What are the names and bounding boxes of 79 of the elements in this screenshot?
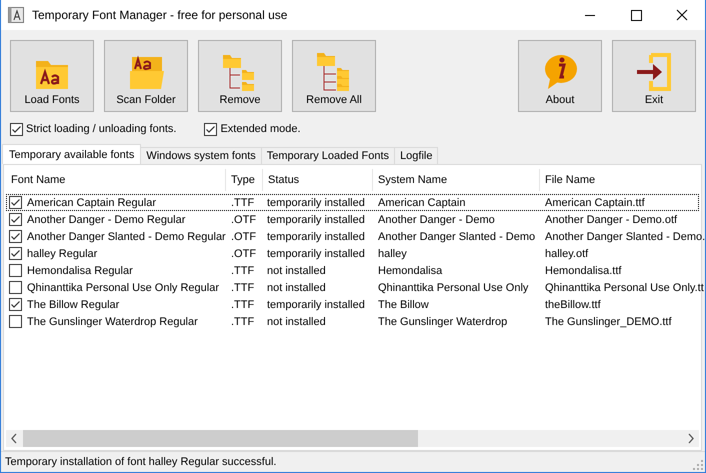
table-cell: The Gunslinger_DEMO.ttf bbox=[545, 316, 672, 328]
table-cell: halley.otf bbox=[545, 248, 588, 260]
checkbox[interactable] bbox=[9, 213, 22, 226]
window-title: Temporary Font Manager - free for personal use bbox=[32, 8, 288, 22]
table-cell: American Captain bbox=[378, 196, 466, 208]
table-cell: Qhinanttika Personal Use Only.tt bbox=[545, 282, 704, 294]
table-cell: .TTF bbox=[231, 282, 254, 294]
table-cell: temporarily installed bbox=[267, 196, 365, 208]
table-cell: American Captain.ttf bbox=[545, 196, 645, 208]
toolbar-button[interactable]: Remove bbox=[198, 40, 282, 112]
table-cell: The Billow bbox=[378, 298, 429, 310]
table-row[interactable]: American Captain Regular .TTF temporarily installed American Captain American Captain.ttf bbox=[6, 194, 699, 211]
toolbar-button[interactable]: About bbox=[518, 40, 602, 112]
table-cell: The Gunslinger Waterdrop Regular bbox=[27, 316, 198, 328]
table-cell: Another Danger - Demo bbox=[378, 214, 495, 226]
table-cell: Another Danger Slanted - Demo. bbox=[545, 230, 706, 242]
checkbox[interactable] bbox=[9, 281, 22, 294]
table-row[interactable]: Another Danger - Demo Regular .OTF temporarily installed Another Danger - Demo Another Danger - Demo.otf bbox=[6, 211, 699, 228]
table-cell: temporarily installed bbox=[267, 298, 365, 310]
toolbar-button[interactable]: Load Fonts bbox=[10, 40, 94, 112]
table-row[interactable]: halley Regular .OTF temporarily installed halley halley.otf bbox=[6, 245, 699, 262]
tab[interactable]: Temporary available fonts bbox=[2, 144, 142, 164]
table-cell: American Captain Regular bbox=[27, 196, 156, 208]
checkbox[interactable] bbox=[9, 196, 22, 209]
toolbar-button[interactable]: Exit bbox=[612, 40, 696, 112]
table-cell: temporarily installed bbox=[267, 248, 365, 260]
table-cell: halley Regular bbox=[27, 248, 98, 260]
table-row[interactable]: The Gunslinger Waterdrop Regular .TTF not installed The Gunslinger Waterdrop The Gunslinger_DEMO.ttf bbox=[6, 313, 699, 330]
table-cell: .OTF bbox=[231, 230, 256, 242]
table-cell: Qhinanttika Personal Use Only Regular bbox=[27, 282, 219, 294]
table-cell: Hemondalisa Regular bbox=[27, 264, 133, 276]
table-cell: Another Danger - Demo Regular bbox=[27, 214, 186, 226]
table-cell: .TTF bbox=[231, 298, 254, 310]
checkbox[interactable] bbox=[9, 315, 22, 328]
table-cell: Another Danger Slanted - Demo Regular bbox=[27, 230, 226, 242]
table-cell: Hemondalisa bbox=[378, 264, 442, 276]
table-cell: temporarily installed bbox=[267, 230, 365, 242]
checkbox[interactable] bbox=[9, 247, 22, 260]
table-cell: .TTF bbox=[231, 316, 254, 328]
table-cell: temporarily installed bbox=[267, 214, 365, 226]
table-cell: halley bbox=[378, 248, 407, 260]
column-header[interactable]: System Name bbox=[373, 169, 540, 191]
checkbox-label: Strict loading / unloading fonts. bbox=[26, 123, 176, 135]
exit-door-icon bbox=[634, 51, 674, 91]
table-cell: Hemondalisa.ttf bbox=[545, 264, 622, 276]
table-cell: The Billow Regular bbox=[27, 298, 120, 310]
checkbox[interactable] bbox=[9, 298, 22, 311]
column-header[interactable]: Type bbox=[226, 169, 263, 191]
table-cell: Qhinanttika Personal Use Only bbox=[378, 282, 528, 294]
tab[interactable]: Temporary Loaded Fonts bbox=[260, 147, 396, 164]
checkbox[interactable] bbox=[9, 230, 22, 243]
table-cell: Another Danger Slanted - Demo bbox=[378, 230, 536, 242]
checkbox[interactable] bbox=[204, 122, 218, 136]
column-header[interactable]: Font Name bbox=[6, 169, 226, 191]
checkbox-label: Extended mode. bbox=[220, 123, 301, 135]
tab[interactable]: Windows system fonts bbox=[140, 147, 262, 164]
toolbar-button[interactable]: Scan Folder bbox=[104, 40, 188, 112]
toolbar-button[interactable]: Remove All bbox=[292, 40, 376, 112]
column-header[interactable]: Status bbox=[263, 169, 373, 191]
table-cell: .TTF bbox=[231, 196, 254, 208]
checkbox[interactable] bbox=[10, 122, 23, 136]
horizontal-scrollbar[interactable] bbox=[6, 430, 699, 447]
table-cell: .TTF bbox=[231, 264, 254, 276]
table-cell: not installed bbox=[267, 264, 326, 276]
checkbox[interactable] bbox=[9, 264, 22, 277]
table-cell: .OTF bbox=[231, 248, 256, 260]
table-cell: not installed bbox=[267, 316, 326, 328]
table-cell: theBillow.ttf bbox=[545, 298, 601, 310]
table-cell: .OTF bbox=[231, 214, 256, 226]
app-icon bbox=[8, 7, 24, 23]
table-row[interactable]: The Billow Regular .TTF temporarily installed The Billow theBillow.ttf bbox=[6, 296, 699, 313]
table-cell: not installed bbox=[267, 282, 326, 294]
table-row[interactable]: Hemondalisa Regular .TTF not installed Hemondalisa Hemondalisa.ttf bbox=[6, 262, 699, 279]
tab[interactable]: Logfile bbox=[394, 147, 438, 164]
column-header[interactable]: File Name bbox=[540, 169, 704, 191]
table-cell: Another Danger - Demo.otf bbox=[545, 214, 678, 226]
status-message: Temporary installation of font halley Regular successful. bbox=[5, 456, 276, 468]
resize-grip-icon[interactable] bbox=[693, 460, 703, 470]
table-cell: The Gunslinger Waterdrop bbox=[378, 316, 508, 328]
